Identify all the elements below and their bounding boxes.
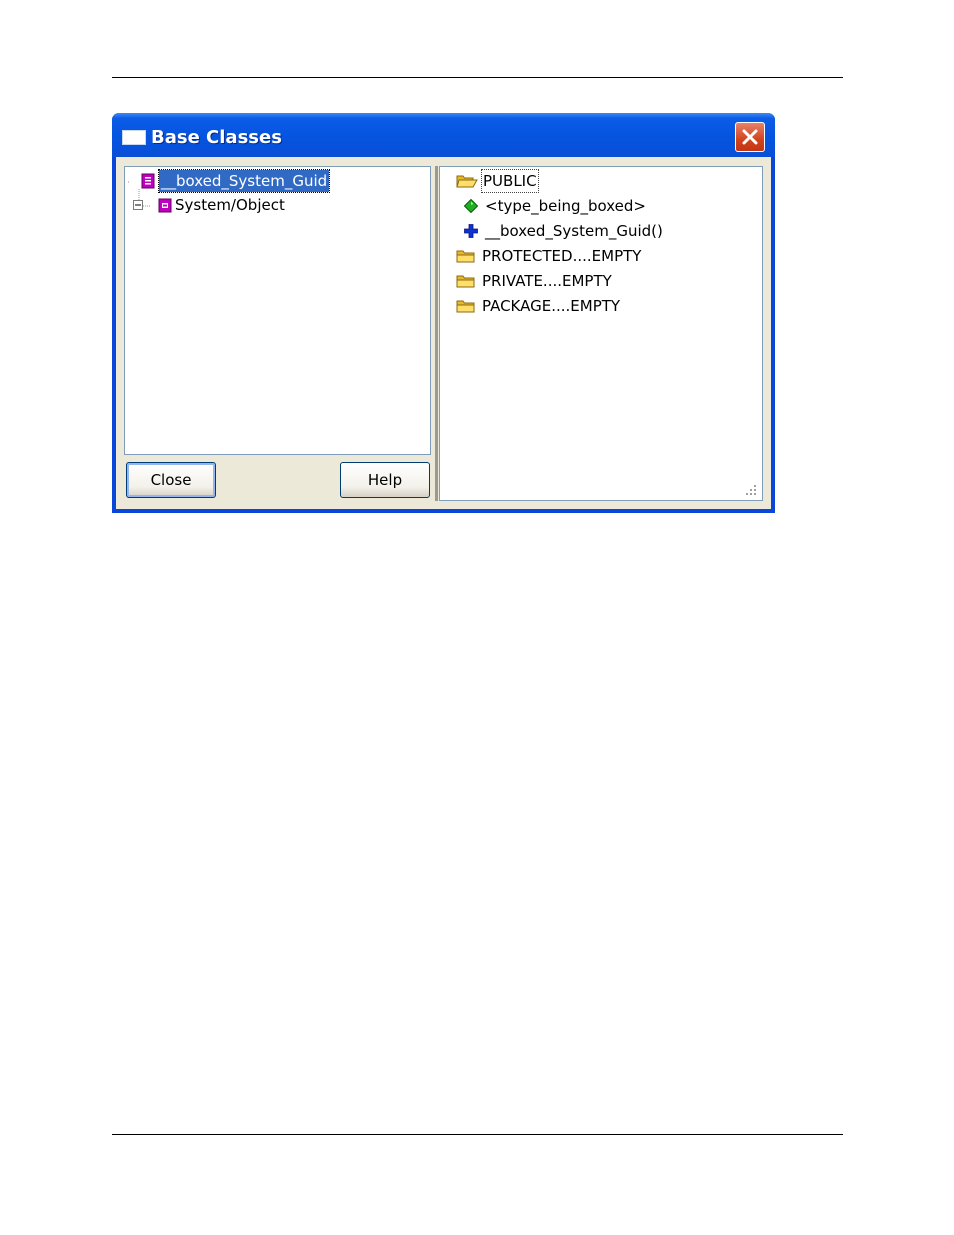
folder-icon	[456, 275, 475, 288]
member-group-label: PUBLIC	[481, 169, 539, 193]
dialog-client-area: __boxed_System_Guid System/Object PUBLIC…	[116, 157, 771, 509]
window-close-button[interactable]	[735, 122, 765, 152]
footer-rule	[112, 1134, 843, 1135]
window-icon	[122, 130, 146, 145]
class-icon	[141, 173, 155, 189]
class-tree[interactable]: __boxed_System_Guid System/Object	[124, 166, 431, 455]
member-group-label: PROTECTED....EMPTY	[482, 247, 642, 265]
resize-grip-icon[interactable]	[745, 484, 757, 496]
close-icon	[742, 129, 758, 145]
member-group-label: PRIVATE....EMPTY	[482, 272, 612, 290]
blue-plus-icon	[464, 224, 478, 238]
members-tree[interactable]: PUBLIC <type_being_boxed> __boxed_System…	[439, 166, 763, 501]
collapse-minus-icon[interactable]	[133, 200, 143, 210]
header-rule	[112, 77, 843, 78]
green-diamond-icon	[464, 199, 478, 213]
close-button[interactable]: Close	[126, 462, 216, 498]
pane-splitter[interactable]	[435, 166, 438, 501]
tree-item-label: System/Object	[175, 196, 285, 214]
help-button[interactable]: Help	[340, 462, 430, 498]
dialog-title: Base Classes	[151, 127, 282, 148]
member-item-label: __boxed_System_Guid()	[485, 222, 663, 240]
title-bar[interactable]: Base Classes	[112, 113, 775, 157]
folder-open-icon	[456, 175, 478, 188]
folder-icon	[456, 250, 475, 263]
class-icon	[158, 198, 172, 213]
member-item-label: <type_being_boxed>	[485, 197, 646, 215]
folder-icon	[456, 300, 475, 313]
base-classes-dialog: Base Classes __boxed_System_Guid System/…	[112, 113, 775, 513]
member-group-label: PACKAGE....EMPTY	[482, 297, 621, 315]
tree-item-label: __boxed_System_Guid	[157, 169, 331, 193]
